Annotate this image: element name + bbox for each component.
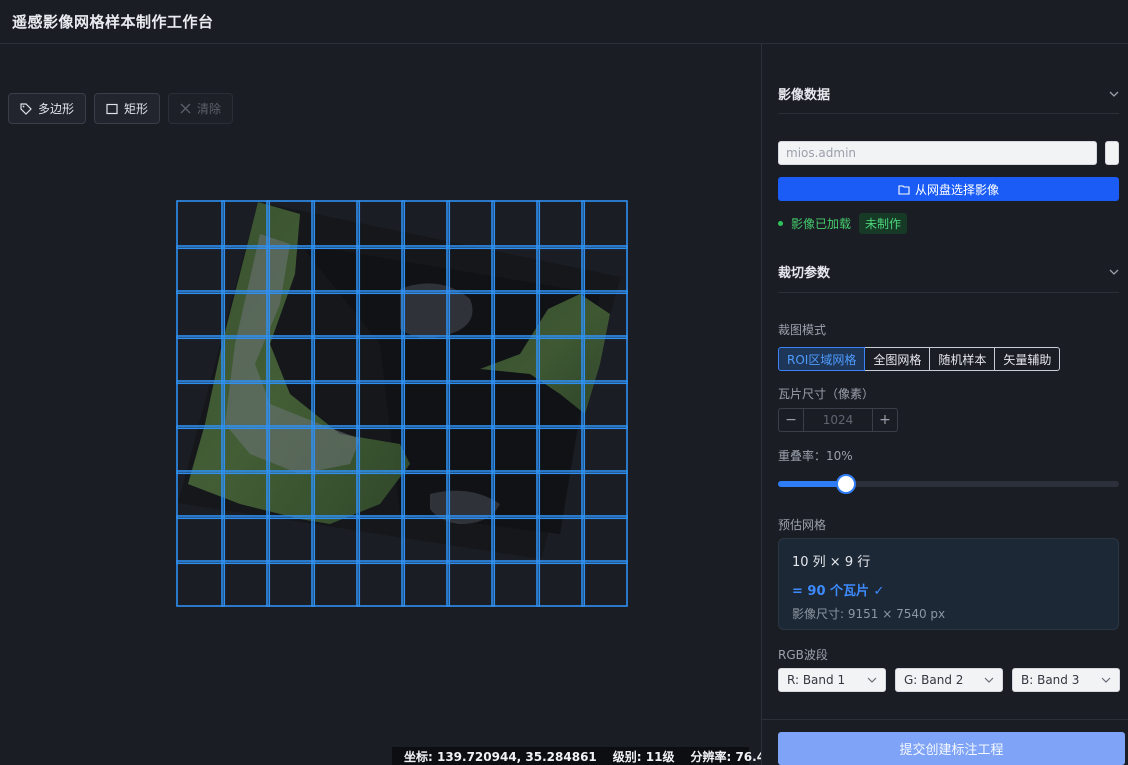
rect-button[interactable]: 矩形 xyxy=(94,93,161,124)
map-view[interactable]: 多边形 矩形 清除 坐标: 139.720944, 35.284861 级别: … xyxy=(0,44,785,765)
slider-thumb[interactable] xyxy=(836,474,857,494)
band-g-select[interactable]: G: Band 2 xyxy=(895,668,1003,692)
status-dot xyxy=(778,220,783,226)
clear-button[interactable]: 清除 xyxy=(168,93,234,124)
tile-size-stepper: − 1024 + xyxy=(778,408,898,432)
app-header: 遥感影像网格样本制作工作台 xyxy=(0,0,1128,44)
grid-estimate-card: 10 列 × 9 行 = 90 个瓦片 ✓ 影像尺寸: 9151 × 7540 … xyxy=(778,538,1119,630)
grid-tile xyxy=(581,515,628,565)
tile-size-label: 瓦片尺寸（像素） xyxy=(778,387,875,401)
chevron-down-icon xyxy=(1101,677,1111,683)
footer-divider xyxy=(762,719,1128,720)
level-readout: 级别: 11级 xyxy=(612,749,675,764)
map-statusbar: 坐标: 139.720944, 35.284861 级别: 11级 分辨率: 7… xyxy=(392,747,785,765)
grid-tile xyxy=(266,515,316,565)
rect-label: 矩形 xyxy=(124,102,149,116)
chevron-down-icon xyxy=(1109,269,1119,275)
grid-tile xyxy=(536,560,586,607)
loaded-text: 影像已加载 xyxy=(791,216,852,231)
grid-tile xyxy=(176,290,226,340)
status-badge: 未制作 xyxy=(859,212,908,234)
chevron-down-icon xyxy=(1109,91,1119,97)
grid-tile xyxy=(311,560,361,607)
band-selects: R: Band 1 G: Band 2 B: Band 3 xyxy=(778,668,1120,692)
increment-button[interactable]: + xyxy=(873,409,897,431)
tile-count: = 90 个瓦片 ✓ xyxy=(792,584,885,599)
grid-tile xyxy=(446,560,496,607)
grid-tile xyxy=(581,200,628,250)
tile-size-value[interactable]: 1024 xyxy=(803,409,873,431)
grid-tile xyxy=(491,200,541,250)
select-image-label: 从网盘选择影像 xyxy=(914,182,999,197)
mode-full-grid[interactable]: 全图网格 xyxy=(864,347,931,371)
grid-tile xyxy=(176,515,226,565)
polygon-label: 多边形 xyxy=(38,102,75,116)
grid-tile xyxy=(221,560,271,607)
polygon-button[interactable]: 多边形 xyxy=(8,93,87,124)
folder-icon xyxy=(898,184,910,195)
square-icon xyxy=(106,103,118,114)
image-section-header[interactable]: 影像数据 xyxy=(778,74,1119,114)
grid-tile xyxy=(176,560,226,607)
load-status: 影像已加载 未制作 xyxy=(778,212,908,234)
crop-section-title: 裁切参数 xyxy=(778,266,831,281)
image-section-title: 影像数据 xyxy=(778,88,831,103)
grid-dimensions: 10 列 × 9 行 xyxy=(792,555,871,570)
mode-selector: ROI区域网格 全图网格 随机样本 矢量辅助 xyxy=(778,347,1061,371)
estimate-label: 预估网格 xyxy=(778,518,827,532)
mode-label: 裁图模式 xyxy=(778,323,827,337)
grid-tile xyxy=(176,245,226,295)
mode-vector-assist[interactable]: 矢量辅助 xyxy=(994,347,1061,371)
draw-toolbar: 多边形 矩形 清除 xyxy=(8,93,234,124)
chevron-down-icon xyxy=(984,677,994,683)
mode-random-sample[interactable]: 随机样本 xyxy=(929,347,996,371)
mode-roi-grid[interactable]: ROI区域网格 xyxy=(778,347,866,371)
coord-readout: 坐标: 139.720944, 35.284861 xyxy=(404,749,597,764)
grid-tile xyxy=(221,515,271,565)
crop-section-header[interactable]: 裁切参数 xyxy=(778,251,1119,293)
decrement-button[interactable]: − xyxy=(779,409,803,431)
band-g-value: G: Band 2 xyxy=(904,673,964,687)
submit-project-button[interactable]: 提交创建标注工程 xyxy=(778,732,1125,765)
grid-tile xyxy=(581,425,628,475)
user-field[interactable]: mios.admin xyxy=(778,141,1097,165)
grid-tile xyxy=(176,200,226,250)
band-b-value: B: Band 3 xyxy=(1021,673,1080,687)
clear-label: 清除 xyxy=(197,102,222,116)
map-canvas[interactable] xyxy=(0,44,761,765)
band-r-value: R: Band 1 xyxy=(787,673,846,687)
rgb-label: RGB波段 xyxy=(778,648,828,662)
image-size: 影像尺寸: 9151 × 7540 px xyxy=(792,607,946,621)
close-icon xyxy=(180,103,191,114)
grid-tile xyxy=(581,470,628,520)
overlap-label: 重叠率：10% xyxy=(778,449,853,463)
grid-tile xyxy=(581,560,628,607)
band-b-select[interactable]: B: Band 3 xyxy=(1012,668,1120,692)
grid-tile xyxy=(491,560,541,607)
overlap-slider[interactable] xyxy=(778,474,1119,494)
tag-icon xyxy=(20,102,32,115)
grid-tile xyxy=(356,560,406,607)
grid-tile xyxy=(401,560,451,607)
settings-panel: 影像数据 mios.admin 从网盘选择影像 影像已加载 未制作 裁切参数 裁… xyxy=(761,44,1128,765)
grid-tile xyxy=(446,200,496,250)
select-image-button[interactable]: 从网盘选择影像 xyxy=(778,177,1119,201)
app-title: 遥感影像网格样本制作工作台 xyxy=(12,13,214,31)
grid-tile xyxy=(266,560,316,607)
band-r-select[interactable]: R: Band 1 xyxy=(778,668,886,692)
grid-tile xyxy=(536,200,586,250)
user-field-addon[interactable] xyxy=(1105,141,1119,165)
chevron-down-icon xyxy=(867,677,877,683)
